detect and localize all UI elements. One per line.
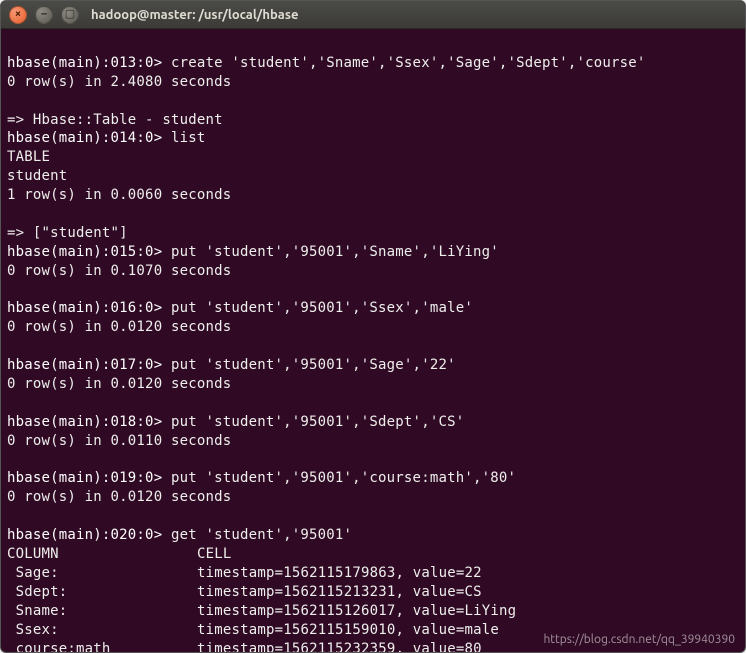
close-icon[interactable]: ×: [9, 6, 27, 24]
terminal-body[interactable]: hbase(main):013:0> create 'student','Sna…: [1, 29, 745, 653]
output-line: 0 row(s) in 2.4080 seconds: [7, 74, 231, 90]
command: put 'student','95001','course:math','80': [162, 470, 516, 486]
maximize-icon[interactable]: ▢: [61, 6, 79, 24]
get-row-col: Sname:: [7, 602, 197, 621]
get-row-col: Ssex:: [7, 621, 197, 640]
prompt: hbase(main):014:0>: [7, 130, 162, 146]
titlebar[interactable]: × – ▢ hadoop@master: /usr/local/hbase: [1, 1, 745, 29]
get-row-cell: timestamp=1562115213231, value=CS: [197, 584, 482, 600]
command: get 'student','95001': [162, 527, 352, 543]
prompt: hbase(main):017:0>: [7, 357, 162, 373]
prompt: hbase(main):016:0>: [7, 300, 162, 316]
prompt: hbase(main):020:0>: [7, 527, 162, 543]
get-row-cell: timestamp=1562115159010, value=male: [197, 622, 499, 638]
terminal-window: × – ▢ hadoop@master: /usr/local/hbase hb…: [0, 0, 746, 653]
command: put 'student','95001','Sname','LiYing': [162, 244, 499, 260]
output-line: student: [7, 168, 67, 184]
output-line: 0 row(s) in 0.0120 seconds: [7, 319, 231, 335]
get-row-col: course:math: [7, 640, 197, 653]
output-line: 0 row(s) in 0.1070 seconds: [7, 263, 231, 279]
get-row-col: Sage:: [7, 564, 197, 583]
prompt: hbase(main):019:0>: [7, 470, 162, 486]
output-line: 0 row(s) in 0.0120 seconds: [7, 489, 231, 505]
get-row-cell: timestamp=1562115232359, value=80: [197, 641, 482, 653]
command: put 'student','95001','Sdept','CS': [162, 414, 464, 430]
get-row-cell: timestamp=1562115126017, value=LiYing: [197, 603, 516, 619]
output-line: => ["student"]: [7, 225, 128, 241]
minimize-icon[interactable]: –: [35, 6, 53, 24]
prompt: hbase(main):013:0>: [7, 55, 162, 71]
command: list: [162, 130, 205, 146]
get-header-cell: CELL: [197, 546, 232, 562]
command: put 'student','95001','Sage','22': [162, 357, 455, 373]
output-line: => Hbase::Table - student: [7, 112, 223, 128]
command: put 'student','95001','Ssex','male': [162, 300, 473, 316]
prompt: hbase(main):015:0>: [7, 244, 162, 260]
get-row-cell: timestamp=1562115179863, value=22: [197, 565, 482, 581]
get-row-col: Sdept:: [7, 583, 197, 602]
prompt: hbase(main):018:0>: [7, 414, 162, 430]
output-line: 0 row(s) in 0.0120 seconds: [7, 376, 231, 392]
output-line: 1 row(s) in 0.0060 seconds: [7, 187, 231, 203]
window-title: hadoop@master: /usr/local/hbase: [91, 8, 298, 22]
command: create 'student','Sname','Ssex','Sage','…: [162, 55, 645, 71]
get-header-column: COLUMN: [7, 545, 197, 564]
output-line: TABLE: [7, 149, 50, 165]
watermark: https://blog.csdn.net/qq_39940390: [543, 633, 735, 646]
output-line: 0 row(s) in 0.0110 seconds: [7, 433, 231, 449]
